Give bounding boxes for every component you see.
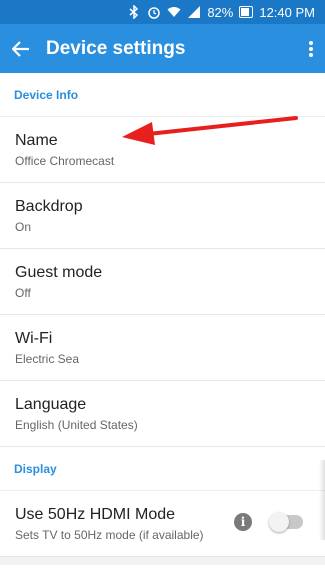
setting-language-label: Language	[15, 396, 87, 413]
section-divider	[0, 557, 325, 565]
page-title: Device settings	[46, 37, 186, 59]
toggle-knob	[269, 512, 289, 532]
more-vert-icon	[309, 40, 313, 57]
setting-name[interactable]: Name Office Chromecast	[0, 117, 325, 183]
app-bar: Device settings	[0, 24, 325, 73]
setting-backdrop-label: Backdrop	[15, 198, 83, 215]
overflow-menu-button[interactable]	[297, 24, 325, 73]
setting-wifi-label: Wi-Fi	[15, 330, 53, 347]
edge-shadow	[319, 460, 325, 540]
setting-language[interactable]: Language English (United States)	[0, 381, 325, 447]
setting-guest-mode-label: Guest mode	[15, 264, 103, 281]
section-header-display: Display	[0, 447, 325, 491]
section-header-privacy: Privacy	[0, 565, 325, 578]
back-button[interactable]	[0, 24, 42, 73]
settings-list: Device Info Name Office Chromecast Backd…	[0, 73, 325, 578]
setting-name-value: Office Chromecast	[15, 154, 115, 168]
setting-wifi-value: Electric Sea	[15, 352, 80, 366]
setting-backdrop[interactable]: Backdrop On	[0, 183, 325, 249]
alarm-icon	[147, 5, 161, 19]
setting-name-label: Name	[15, 132, 58, 149]
setting-wifi[interactable]: Wi-Fi Electric Sea	[0, 315, 325, 381]
clock: 12:40 PM	[259, 4, 315, 20]
setting-guest-mode[interactable]: Guest mode Off	[0, 249, 325, 315]
status-bar: 82% 12:40 PM	[0, 0, 325, 24]
battery-percent: 82%	[207, 4, 234, 20]
signal-icon	[187, 5, 201, 19]
setting-guest-mode-value: Off	[15, 286, 31, 300]
setting-backdrop-value: On	[15, 220, 32, 234]
bluetooth-icon	[127, 5, 141, 19]
section-header-device-info: Device Info	[0, 73, 325, 117]
info-icon[interactable]: i	[234, 513, 252, 531]
setting-hdmi-50hz[interactable]: Use 50Hz HDMI Mode Sets TV to 50Hz mode …	[0, 491, 325, 557]
arrow-left-icon	[12, 40, 29, 57]
battery-icon	[239, 6, 254, 18]
wifi-icon	[167, 5, 181, 19]
hdmi-toggle-switch[interactable]	[269, 512, 303, 532]
setting-language-value: English (United States)	[15, 418, 138, 432]
